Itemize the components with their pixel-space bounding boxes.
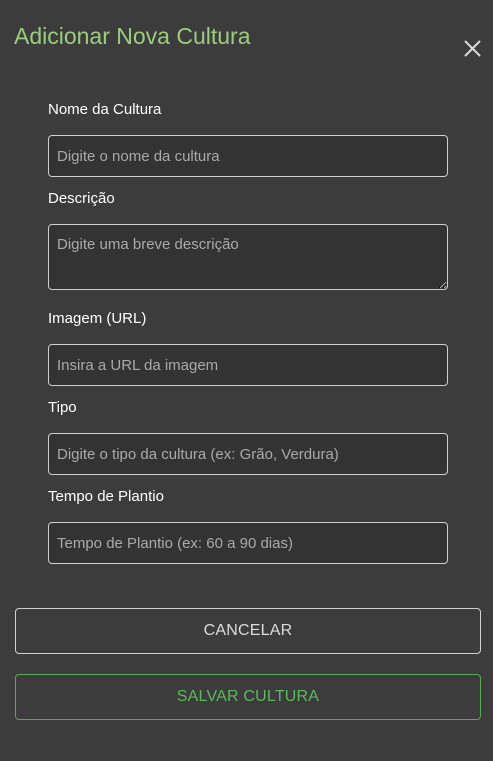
close-icon [464,40,481,57]
imagem-label: Imagem (URL) [48,310,147,327]
tipo-input[interactable] [48,433,448,475]
save-culture-button[interactable]: SALVAR CULTURA [15,674,481,720]
nome-input[interactable] [48,135,448,177]
nome-label: Nome da Cultura [48,101,162,118]
tempo-plantio-input[interactable] [48,522,448,564]
close-button[interactable] [459,35,485,61]
add-culture-dialog: Adicionar Nova Cultura Nome da Cultura D… [0,0,493,761]
descricao-label: Descrição [48,190,115,207]
imagem-url-input[interactable] [48,344,448,386]
dialog-title: Adicionar Nova Cultura [14,23,251,49]
cancel-button[interactable]: CANCELAR [15,608,481,654]
descricao-textarea[interactable] [48,224,448,290]
tempo-plantio-label: Tempo de Plantio [48,488,164,505]
tipo-label: Tipo [48,399,77,416]
